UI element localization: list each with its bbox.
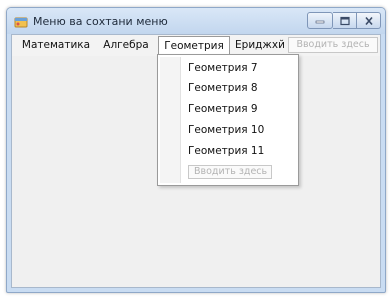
- app-window: Меню ва сохтани меню Математика Алгебра …: [6, 7, 386, 293]
- form-icon: [14, 14, 28, 28]
- maximize-icon: [339, 16, 350, 25]
- dropdown-item-geometry-8[interactable]: Геометрия 8: [188, 79, 258, 97]
- menu-icon-gutter: [160, 57, 181, 183]
- menu-item-algebra[interactable]: Алгебра: [100, 36, 152, 55]
- dropdown-item-geometry-10[interactable]: Геометрия 10: [188, 121, 264, 139]
- close-button[interactable]: [357, 12, 381, 29]
- menu-item-4[interactable]: Ериджхй: [234, 36, 286, 55]
- menu-add-item-field[interactable]: Вводить здесь: [288, 37, 378, 53]
- menu-item-mathematics[interactable]: Математика: [18, 36, 94, 55]
- minimize-button[interactable]: [307, 12, 333, 29]
- menu-bar: Математика Алгебра Геометрия Ериджхй Вво…: [12, 35, 380, 56]
- dropdown-item-geometry-9[interactable]: Геометрия 9: [188, 100, 258, 118]
- geometry-dropdown-menu: Геометрия 7 Геометрия 8 Геометрия 9 Геом…: [157, 54, 299, 186]
- maximize-button[interactable]: [333, 12, 357, 29]
- window-title: Меню ва сохтани меню: [33, 15, 168, 28]
- close-icon: [364, 16, 373, 25]
- dropdown-item-geometry-7[interactable]: Геометрия 7: [188, 59, 258, 77]
- minimize-icon: [315, 20, 325, 23]
- title-bar[interactable]: Меню ва сохтани меню: [7, 8, 385, 34]
- dropdown-item-geometry-11[interactable]: Геометрия 11: [188, 142, 264, 160]
- dropdown-add-item-field[interactable]: Вводить здесь: [188, 165, 272, 179]
- menu-item-geometry[interactable]: Геометрия: [158, 36, 230, 55]
